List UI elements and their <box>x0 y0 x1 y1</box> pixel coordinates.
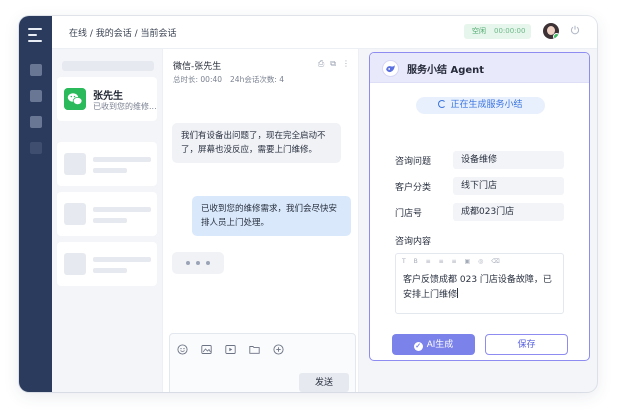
contact-name: 张先生 <box>93 91 123 102</box>
online-dot <box>553 33 559 39</box>
field-label: 咨询问题 <box>395 157 432 167</box>
content-text[interactable]: 客户反馈成都 023 门店设备故障，已安排上门维修 <box>403 273 558 303</box>
field-value-issue[interactable]: 设备维修 <box>453 151 564 169</box>
field-label: 门店号 <box>395 209 423 219</box>
session-count: 24h会话次数: 4 <box>230 75 285 84</box>
typing-indicator <box>172 252 224 274</box>
agent-logo-icon <box>382 60 399 77</box>
field-label: 客户分类 <box>395 183 432 193</box>
chat-actions: ⎙ ⧉ ⋮ <box>312 59 350 69</box>
conversation-item-placeholder[interactable] <box>57 242 157 286</box>
message-incoming: 我们有设备出问题了，现在完全启动不了，屏幕也没反应，需要上门维修。 <box>172 123 341 163</box>
editor-toolbar: T B ≡ ≡ ≡ ▣ ◎ ⌫ <box>402 258 506 265</box>
delete-icon[interactable]: ⌫ <box>491 258 499 265</box>
field-value-category[interactable]: 线下门店 <box>453 177 564 195</box>
summary-agent-panel: 服务小结 Agent 正在生成服务小结 咨询问题 设备维修 客户分类 线下门店 … <box>369 52 590 361</box>
link-icon[interactable]: ◎ <box>478 258 483 265</box>
nav-rail <box>19 16 52 392</box>
message-outgoing: 已收到您的维修需求，我们会尽快安排人员上门处理。 <box>192 196 351 236</box>
generating-text: 正在生成服务小结 <box>450 100 523 110</box>
chat-title: 微信-张先生 <box>173 62 222 72</box>
send-button[interactable]: 发送 <box>299 373 349 392</box>
check-icon: ✓ <box>413 342 423 351</box>
text-size-icon[interactable]: T <box>402 258 406 265</box>
nav-item-icon[interactable] <box>30 142 42 154</box>
content-label: 咨询内容 <box>395 237 432 247</box>
wechat-icon <box>64 88 86 110</box>
align-center-icon[interactable]: ≡ <box>439 258 444 265</box>
ai-generate-button[interactable]: ✓ AI生成 <box>392 334 475 355</box>
status-label: 空闲 <box>472 27 486 35</box>
top-bar: 在线 / 我的会话 / 当前会话 空闲 00:00:00 <box>52 16 597 49</box>
menu-icon[interactable] <box>28 28 42 46</box>
video-icon[interactable] <box>225 344 236 355</box>
status-badge[interactable]: 空闲 00:00:00 <box>464 24 531 39</box>
conversation-item-active[interactable]: 张先生 已收到您的维修... <box>57 77 157 121</box>
chat-panel: 微信-张先生 总时长: 00:40 24h会话次数: 4 ⎙ ⧉ ⋮ 我们有设备出问题… <box>162 49 359 392</box>
message-composer[interactable]: 发送 <box>169 333 356 392</box>
text-cursor <box>457 288 459 298</box>
print-icon[interactable]: ⎙ <box>318 59 324 68</box>
power-icon[interactable] <box>570 25 580 35</box>
conversation-item-placeholder[interactable] <box>57 142 157 186</box>
save-button[interactable]: 保存 <box>485 334 568 355</box>
folder-icon[interactable] <box>249 344 260 355</box>
breadcrumb: 在线 / 我的会话 / 当前会话 <box>69 29 177 39</box>
avatar[interactable] <box>543 23 559 39</box>
bold-icon[interactable]: B <box>414 258 418 265</box>
more-icon[interactable]: ⋮ <box>342 59 350 68</box>
image-icon[interactable] <box>201 344 212 355</box>
emoji-icon[interactable] <box>177 344 188 355</box>
total-duration: 总时长: 00:40 <box>173 75 223 84</box>
nav-item-icon[interactable] <box>30 64 42 76</box>
app-window: 在线 / 我的会话 / 当前会话 空闲 00:00:00 张先生 已收到您的维修.… <box>19 16 597 392</box>
align-right-icon[interactable]: ≡ <box>452 258 457 265</box>
composer-toolbar <box>177 340 292 359</box>
chat-meta: 总时长: 00:40 24h会话次数: 4 <box>173 74 284 85</box>
nav-item-icon[interactable] <box>30 116 42 128</box>
field-value-store[interactable]: 成都023门店 <box>453 203 564 221</box>
agent-title: 服务小结 Agent <box>407 65 485 76</box>
insert-image-icon[interactable]: ▣ <box>465 258 471 265</box>
nav-item-icon[interactable] <box>30 90 42 102</box>
content-editor[interactable]: T B ≡ ≡ ≡ ▣ ◎ ⌫ 客户反馈成都 023 门店设备故障，已安排上门维… <box>395 253 564 314</box>
message-preview: 已收到您的维修... <box>93 102 157 111</box>
search-bar-placeholder[interactable] <box>62 61 154 71</box>
export-icon[interactable]: ⧉ <box>330 59 336 68</box>
agent-header: 服务小结 Agent <box>370 53 589 83</box>
align-left-icon[interactable]: ≡ <box>426 258 431 265</box>
generating-status: 正在生成服务小结 <box>416 97 545 114</box>
add-icon[interactable] <box>273 344 284 355</box>
loading-spinner-icon <box>438 100 447 108</box>
status-timer: 00:00:00 <box>494 27 526 35</box>
conversation-list: 张先生 已收到您的维修... <box>52 49 162 392</box>
conversation-item-placeholder[interactable] <box>57 192 157 236</box>
